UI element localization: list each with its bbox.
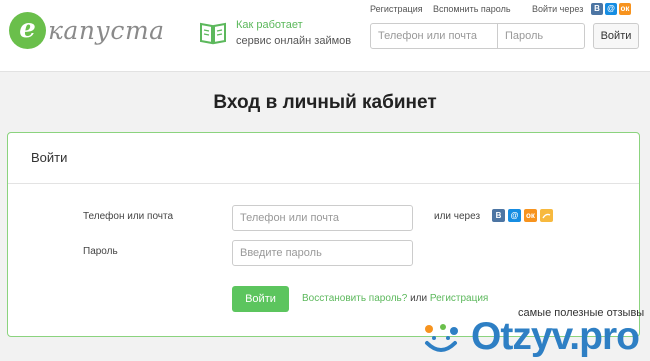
social-login-top: В @ ок [591,3,631,15]
fingerprint-icon[interactable] [540,209,553,222]
page-title: Вход в личный кабинет [213,92,437,113]
register-link[interactable]: Регистрация [370,4,423,14]
mailru-icon[interactable]: @ [605,3,617,15]
password-label: Пароль [83,246,118,257]
login-submit-button[interactable]: Войти [232,286,289,312]
logo-mark: е [9,12,46,49]
header-login-form: Телефон или почта Пароль [370,23,585,49]
site-logo[interactable]: е капуста [9,12,165,49]
header-phone-input[interactable]: Телефон или почта [370,23,498,49]
forgot-password-link[interactable]: Вспомнить пароль [433,4,511,14]
mailru-icon[interactable]: @ [508,209,521,222]
login-card-heading: Войти [8,133,639,184]
phone-label: Телефон или почта [83,211,174,222]
logo-text: капуста [48,16,165,45]
header-login-button[interactable]: Войти [593,23,639,49]
password-input[interactable]: Введите пароль [232,240,413,266]
login-via-label: Войти через [532,4,584,14]
how-it-works-subtitle: сервис онлайн займов [236,35,352,47]
vk-icon[interactable]: В [492,209,505,222]
social-login-main: В @ ок [492,209,553,222]
or-via-label: или через [434,211,481,222]
odnoklassniki-icon[interactable]: ок [524,209,537,222]
phone-input[interactable]: Телефон или почта [232,205,413,231]
site-header: е капуста Как работает сервис онлайн зай… [0,0,650,72]
smiley-logo-icon [425,324,458,352]
otzyv-watermark: самые полезные отзывы Otzyv.pro [418,300,650,361]
how-it-works-link[interactable]: Как работает сервис онлайн займов [199,17,351,49]
header-password-input[interactable]: Пароль [498,23,585,49]
how-it-works-title: Как работает [236,19,303,31]
vk-icon[interactable]: В [591,3,603,15]
open-book-icon [200,22,226,45]
restore-password-link[interactable]: Восстановить пароль? [302,293,407,304]
odnoklassniki-icon[interactable]: ок [619,3,631,15]
watermark-logo-text: Otzyv.pro [471,315,640,358]
